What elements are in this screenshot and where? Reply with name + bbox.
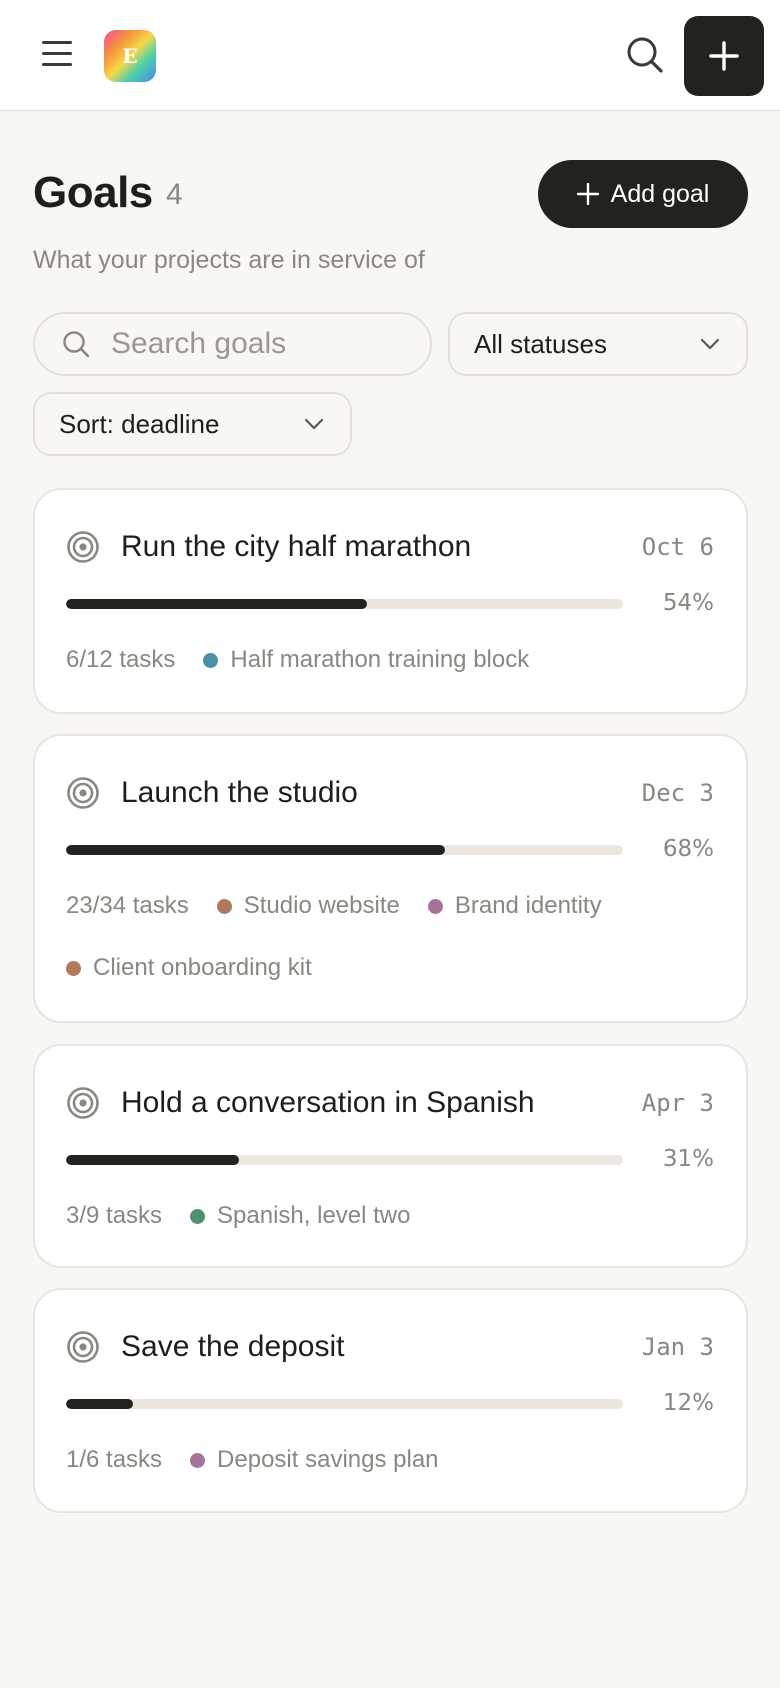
goal-title: Launch the studio (121, 776, 358, 809)
progress-percent: 54% (662, 590, 714, 616)
search-icon-glyph (627, 37, 663, 73)
progress-bar-fill (66, 599, 367, 609)
project-name: Half marathon training block (230, 646, 530, 673)
goal-card[interactable]: Hold a conversation in Spanish Apr 3 31%… (33, 1044, 748, 1268)
add-goal-label: Add goal (610, 179, 710, 208)
project-link[interactable]: Brand identity (427, 892, 602, 920)
goal-meta: 6/12 tasks Half marathon training block (66, 646, 722, 674)
status-filter-select[interactable]: All statuses (448, 312, 748, 376)
target-icon (67, 1331, 99, 1363)
menu-line (42, 62, 72, 66)
goal-title: Run the city half marathon (121, 530, 472, 563)
goal-meta: 1/6 tasks Deposit savings plan (66, 1446, 722, 1474)
project-color-dot (190, 1452, 206, 1468)
menu-line (42, 51, 72, 55)
progress-bar-fill (66, 1399, 133, 1409)
sort-value: Sort: deadline (59, 408, 220, 439)
project-link[interactable]: Deposit savings plan (190, 1446, 439, 1474)
project-name: Brand identity (454, 892, 602, 919)
goal-card[interactable]: Run the city half marathon Oct 6 54% 6/1… (33, 488, 748, 714)
goal-meta: 3/9 tasks Spanish, level two (66, 1202, 722, 1230)
search-icon[interactable] (622, 32, 668, 78)
goal-title: Save the deposit (121, 1330, 345, 1363)
search-field (33, 312, 432, 376)
page-title: Goals (33, 168, 153, 217)
progress-percent: 31% (662, 1146, 714, 1172)
status-filter-value: All statuses (474, 328, 607, 359)
progress-bar (66, 845, 623, 855)
goal-card[interactable]: Launch the studio Dec 3 68% 23/34 tasks … (33, 734, 748, 1023)
search-icon (63, 331, 90, 358)
progress-bar (66, 1399, 623, 1409)
goal-title: Hold a conversation in Spanish (121, 1086, 535, 1119)
task-count: 3/9 tasks (66, 1202, 163, 1229)
progress-bar-fill (66, 845, 445, 855)
plus-icon (576, 183, 599, 205)
project-color-dot (216, 898, 232, 914)
project-link[interactable]: Client onboarding kit (66, 954, 312, 982)
logo-letter: E (122, 44, 138, 68)
task-count: 6/12 tasks (66, 646, 176, 673)
goal-deadline: Oct 6 (641, 533, 714, 561)
target-icon (67, 1087, 99, 1119)
task-count: 23/34 tasks (66, 892, 189, 919)
app-logo[interactable]: E (104, 30, 156, 82)
page-subtitle: What your projects are in service of (33, 246, 425, 274)
goal-deadline: Apr 3 (641, 1089, 714, 1117)
menu-line (42, 40, 72, 44)
target-icon (67, 777, 99, 809)
goal-deadline: Dec 3 (641, 779, 714, 807)
project-name: Studio website (243, 892, 400, 919)
sort-select[interactable]: Sort: deadline (33, 392, 352, 456)
task-count: 1/6 tasks (66, 1446, 163, 1473)
project-link[interactable]: Studio website (216, 892, 400, 920)
plus-icon (709, 41, 739, 71)
project-color-dot (203, 652, 219, 668)
hamburger-menu-icon[interactable] (36, 32, 78, 74)
top-bar: E (0, 0, 780, 111)
goal-meta: 23/34 tasks Studio website Brand identit… (66, 892, 722, 982)
project-name: Deposit savings plan (217, 1446, 439, 1473)
target-icon (67, 531, 99, 563)
goal-count: 4 (166, 178, 183, 211)
project-color-dot (190, 1208, 206, 1224)
project-name: Spanish, level two (217, 1202, 411, 1229)
progress-percent: 68% (662, 836, 714, 862)
chevron-down-icon (304, 418, 324, 430)
goal-card[interactable]: Save the deposit Jan 3 12% 1/6 tasks Dep… (33, 1288, 748, 1513)
project-color-dot (427, 898, 443, 914)
progress-percent: 12% (662, 1390, 714, 1416)
progress-bar (66, 1155, 623, 1165)
search-input[interactable] (111, 327, 411, 361)
project-link[interactable]: Spanish, level two (190, 1202, 411, 1230)
new-item-button[interactable] (684, 16, 764, 96)
chevron-down-icon (700, 338, 720, 350)
project-link[interactable]: Half marathon training block (203, 646, 529, 674)
project-name: Client onboarding kit (93, 954, 312, 981)
goal-deadline: Jan 3 (641, 1333, 714, 1361)
project-color-dot (66, 960, 81, 976)
progress-bar-fill (66, 1155, 239, 1165)
progress-bar (66, 599, 623, 609)
add-goal-button[interactable]: Add goal (538, 160, 748, 228)
